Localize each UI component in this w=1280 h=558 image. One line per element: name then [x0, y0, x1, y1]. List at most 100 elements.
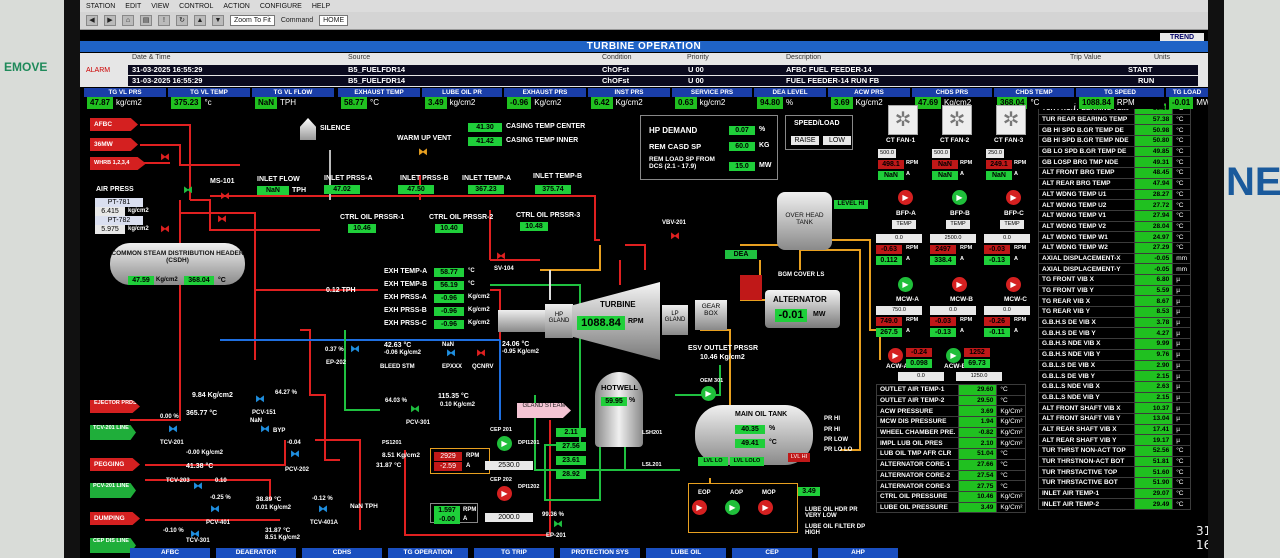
pcv151-valve-icon[interactable]: ⧓ [255, 395, 265, 405]
ejector-prds-source[interactable]: EJECTOR PRDS [90, 400, 140, 413]
pcv201-line-source[interactable]: PCV-201 LINE [90, 483, 136, 498]
table-row[interactable]: TUR THRSTNON-ACT BOT 51.81 °C [1037, 455, 1192, 468]
kpi-tile[interactable]: TG LOAD -0.01 MW [1166, 88, 1208, 110]
table-row[interactable]: G.B.H.S NDE VIB Y 9.76 µ [1037, 348, 1192, 361]
oem301-pump-icon[interactable]: ▶ [701, 386, 716, 401]
table-row[interactable]: ALT WDNG TEMP W2 27.29 °C [1037, 241, 1192, 254]
source-afbc[interactable]: AFBC [90, 118, 138, 131]
table-row[interactable]: ALT FRONT SHAFT VIB Y 13.04 µ [1037, 412, 1192, 425]
rem-load-sp-value[interactable]: 15.0 [729, 162, 755, 171]
epxxx-valve-icon[interactable]: ⧓ [446, 349, 456, 359]
ct-fan-icon[interactable]: ✲ [996, 105, 1026, 135]
acw-pump-icon[interactable]: ▶ [888, 348, 903, 363]
hp-demand-value[interactable]: 0.07 [729, 126, 755, 135]
nav-tab[interactable]: LUBE OIL [646, 548, 726, 558]
table-row[interactable]: G.B.H.S DE VIB X 3.78 µ [1037, 316, 1192, 329]
valve-icon[interactable]: ⧓ [160, 225, 170, 235]
kpi-tile[interactable]: TG VL PRS 47.87 kg/cm2 [84, 88, 166, 110]
table-row[interactable]: TUR REAR BEARING TEMP 57.38 °C [1037, 113, 1192, 126]
table-row[interactable]: TG REAR VIB Y 8.53 µ [1037, 306, 1192, 318]
kpi-tile[interactable]: EXHAUST PRS -0.96 Kg/cm2 [504, 88, 586, 110]
ep202-valve-icon[interactable]: ⧓ [350, 345, 360, 355]
table-row[interactable]: G.B.H.S NDE VIB X 9.99 µ [1037, 338, 1192, 350]
warm-up-valve-icon[interactable]: ⧓ [418, 148, 428, 158]
kpi-tile[interactable]: TG VL TEMP 375.23 °c [168, 88, 250, 110]
eop-pump-icon[interactable]: ▶ [692, 500, 707, 515]
kpi-tile[interactable]: SERVICE PRS 0.63 kg/cm2 [672, 88, 752, 110]
source-36mw[interactable]: 36MW [90, 138, 138, 151]
table-row[interactable]: OUTLET AIR TEMP-1 29.60 °C [875, 384, 1027, 396]
cep201-ref[interactable]: 2530.0 [485, 461, 533, 470]
table-row[interactable]: LUBE OIL PRESSURE 3.49 Kg/Cm² [875, 501, 1027, 514]
table-row[interactable]: TG FRONT VIB Y 5.59 µ [1037, 284, 1192, 297]
bfp-pump-icon[interactable]: ▶ [898, 190, 913, 205]
nav-tab[interactable]: TG TRIP [474, 548, 554, 558]
valve-icon[interactable]: ⧓ [160, 153, 170, 163]
table-row[interactable]: ALTERNATOR CORE-1 27.66 °C [875, 458, 1027, 471]
nav-tab[interactable]: AFBC [130, 548, 210, 558]
table-row[interactable]: ALT FRONT BRG TEMP 48.45 °C [1037, 167, 1192, 179]
table-row[interactable]: AXIAL DISPLACEMENT-Y -0.05 mm [1037, 263, 1192, 275]
pcv202-valve-icon[interactable]: ⧓ [290, 450, 300, 460]
table-row[interactable]: GB LO SPD B.GR TEMP DE 49.85 °C [1037, 145, 1192, 158]
table-row[interactable]: MCW DIS PRESSURE 1.94 Kg/Cm² [875, 416, 1027, 428]
valve-icon[interactable]: ⧓ [217, 215, 227, 225]
table-row[interactable]: GB HI SPD B.GR TEMP DE 50.98 °C [1037, 124, 1192, 137]
kpi-tile[interactable]: LUBE OIL PR 3.49 kg/cm2 [422, 88, 502, 110]
table-row[interactable]: WHEEL CHAMBER PRE. -0.82 Kg/Cm² [875, 426, 1027, 439]
table-row[interactable]: TUR THRSTACTIVE BOT 51.90 °C [1037, 477, 1192, 489]
kpi-tile[interactable]: TG SPEED 1088.84 RPM [1076, 88, 1164, 110]
cep201-pump-icon[interactable]: ▶ [497, 436, 512, 451]
table-row[interactable]: G.B.L.S DE VIB Y 2.15 µ [1037, 370, 1192, 382]
nav-tab[interactable]: CEP [732, 548, 812, 558]
aop-pump-icon[interactable]: ▶ [725, 500, 740, 515]
table-row[interactable]: ALT REAR SHAFT VIB X 17.41 µ [1037, 423, 1192, 436]
table-row[interactable]: G.B.L.S NDE VIB Y 2.15 µ [1037, 391, 1192, 404]
cep202-pump-icon[interactable]: ▶ [497, 486, 512, 501]
table-row[interactable]: TG FRONT VIB X 6.80 µ [1037, 274, 1192, 286]
table-row[interactable]: AXIAL DISPLACEMENT-X -0.05 mm [1037, 252, 1192, 265]
nav-tab[interactable]: CDHS [302, 548, 382, 558]
dumping-source[interactable]: DUMPING [90, 512, 140, 525]
tcv401a-valve-icon[interactable]: ⧓ [318, 505, 328, 515]
lower-button[interactable]: LOW [823, 136, 851, 145]
rem-casd-sp-value[interactable]: 60.0 [729, 142, 755, 151]
table-row[interactable]: ALT WDNG TEMP U2 27.72 °C [1037, 199, 1192, 211]
nav-tab[interactable]: TG OPERATION [388, 548, 468, 558]
table-row[interactable]: TUR THRST NON-ACT TOP 52.56 °C [1037, 445, 1192, 457]
table-row[interactable]: GB HI SPD B.GR TEMP NDE 50.80 °C [1037, 135, 1192, 147]
table-row[interactable]: ALT REAR BRG TEMP 47.94 °C [1037, 177, 1192, 190]
table-row[interactable]: ALTERNATOR CORE-3 27.75 °C [875, 480, 1027, 492]
table-row[interactable]: ALT REAR SHAFT VIB Y 19.17 µ [1037, 434, 1192, 446]
kpi-tile[interactable]: EXHAUST TEMP 58.77 °C [338, 88, 420, 110]
tcv201-line-source[interactable]: TCV-201 LINE [90, 425, 136, 440]
sv104-valve-icon[interactable]: ⧓ [496, 252, 506, 262]
nav-tab[interactable]: PROTECTION SYS [560, 548, 640, 558]
valve-icon[interactable]: ⧓ [183, 186, 193, 196]
table-row[interactable]: GB LOSP BRG TMP NDE 49.31 °C [1037, 156, 1192, 169]
cep202-ref[interactable]: 2000.0 [485, 513, 533, 522]
table-row[interactable]: TG REAR VIB X 8.67 µ [1037, 295, 1192, 308]
nav-tab[interactable]: AHP [818, 548, 898, 558]
vbv201-valve-icon[interactable]: ⧓ [670, 232, 680, 242]
table-row[interactable]: ALT WDNG TEMP W1 24.97 °C [1037, 231, 1192, 243]
kpi-tile[interactable]: DEA LEVEL 94.80% [754, 88, 826, 110]
qcnrv-valve-icon[interactable]: ⧓ [476, 349, 486, 359]
table-row[interactable]: INLET AIR TEMP-1 29.07 °C [1037, 487, 1192, 500]
mcw-pump-icon[interactable]: ▶ [898, 277, 913, 292]
table-row[interactable]: ALT WDNG TEMP V1 27.94 °C [1037, 209, 1192, 222]
ep201-valve-icon[interactable]: ⧓ [553, 520, 563, 530]
pcv301-valve-icon[interactable]: ⧓ [410, 405, 420, 415]
kpi-tile[interactable]: TG VL FLOW NaN TPH [252, 88, 334, 110]
table-row[interactable]: ACW PRESSURE 3.69 Kg/Cm² [875, 405, 1027, 418]
table-row[interactable]: ALT WDNG TEMP U1 28.27 °C [1037, 188, 1192, 201]
pcv401-valve-icon[interactable]: ⧓ [210, 505, 220, 515]
tcv203-valve-icon[interactable]: ⧓ [193, 482, 203, 492]
table-row[interactable]: ALT WDNG TEMP V2 28.04 °C [1037, 220, 1192, 233]
nav-tab[interactable]: DEAERATOR [216, 548, 296, 558]
pegging-source[interactable]: PEGGING [90, 458, 140, 471]
bfp-pump-icon[interactable]: ▶ [1006, 190, 1021, 205]
mcw-pump-icon[interactable]: ▶ [952, 277, 967, 292]
kpi-tile[interactable]: INST PRS 6.42 Kg/cm2 [588, 88, 670, 110]
table-row[interactable]: ALTERNATOR CORE-2 27.54 °C [875, 469, 1027, 482]
